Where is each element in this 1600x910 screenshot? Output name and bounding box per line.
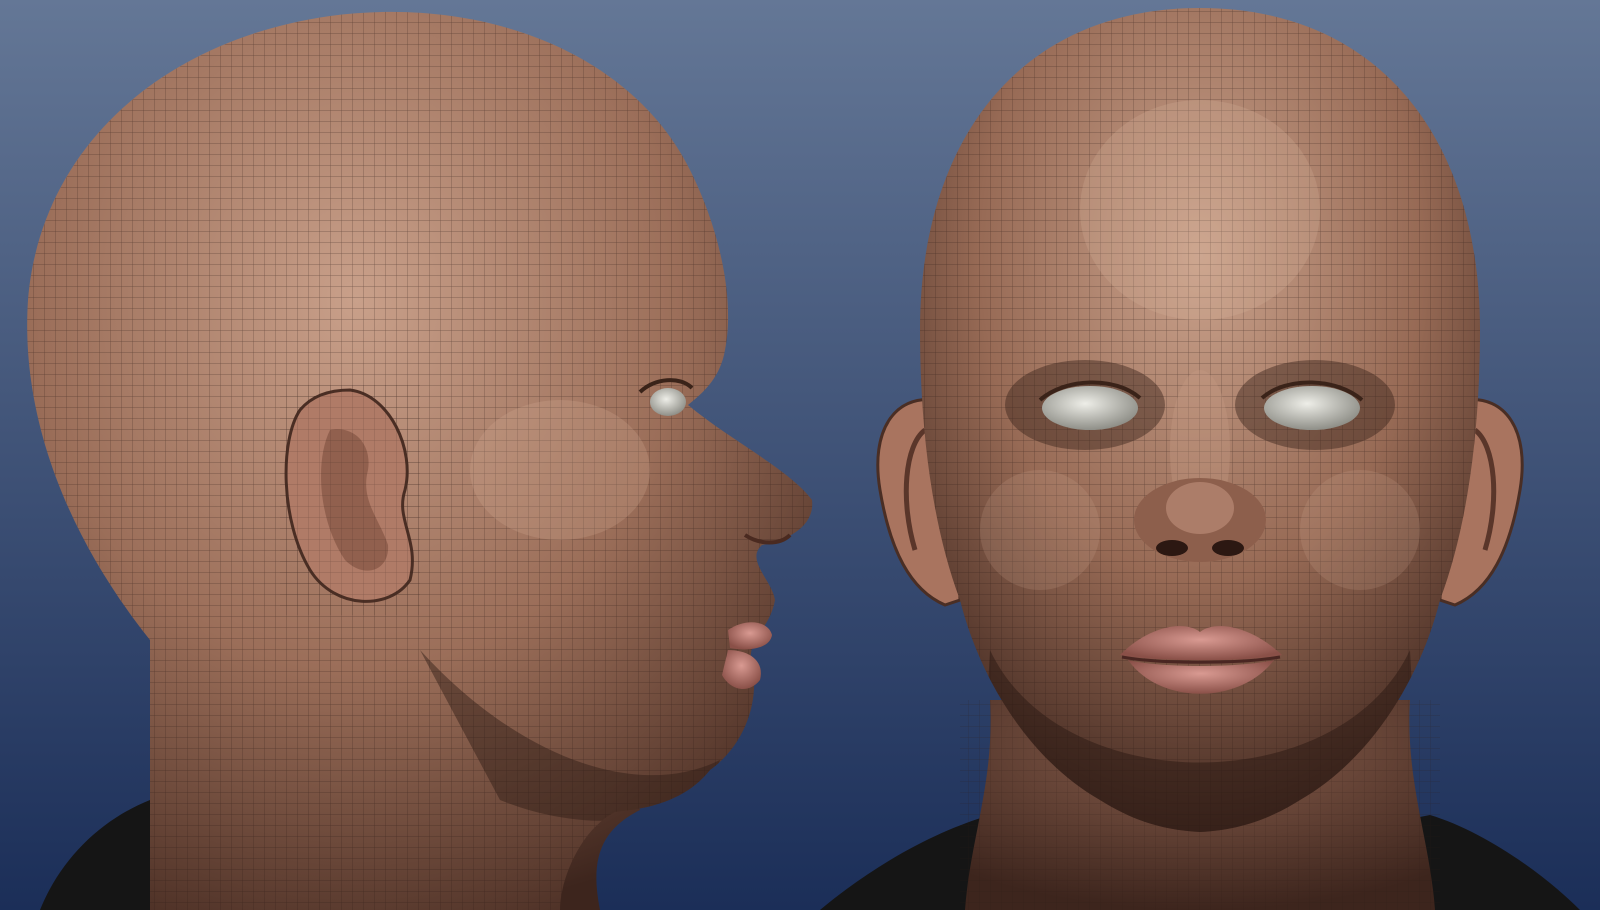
side-eye (650, 388, 686, 416)
front-nose (1134, 478, 1266, 562)
front-eye-left (1042, 386, 1138, 430)
3d-viewport[interactable] (0, 0, 1600, 910)
front-eye-right (1264, 386, 1360, 430)
side-ear (280, 385, 420, 615)
render-canvas (0, 0, 1600, 910)
